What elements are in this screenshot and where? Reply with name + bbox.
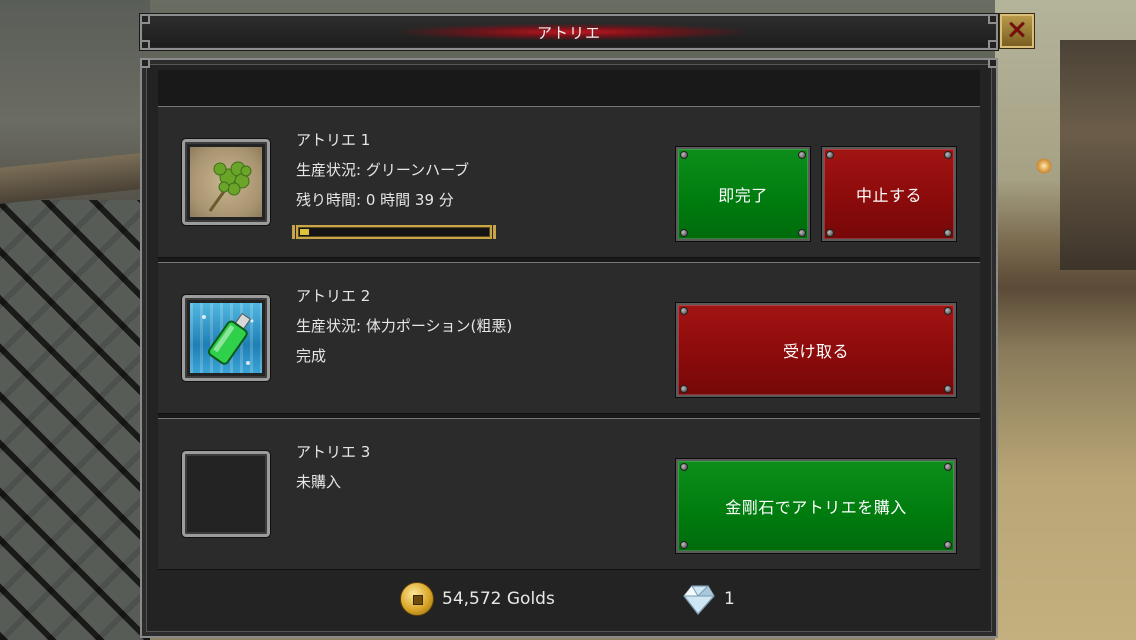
gold-coin-icon (400, 582, 434, 616)
production-state: 完成 (296, 347, 327, 365)
item-slot-3-empty[interactable] (182, 451, 270, 537)
close-button[interactable]: ✕ (1000, 14, 1034, 48)
buy-atelier-label: 金剛石でアトリエを購入 (725, 498, 907, 517)
panel-corner-ornament (140, 58, 150, 68)
background-house (1060, 40, 1136, 270)
cancel-production-label: 中止する (855, 186, 922, 205)
dialog-title: アトリエ (536, 24, 601, 42)
atelier-panel: アトリエ 1 生産状況: グリーンハーブ 残り時間: 0 時間 39 分 即完了… (140, 58, 998, 638)
dialog-title-bar: アトリエ (140, 14, 998, 50)
production-status: 生産状況: 体力ポーション(粗悪) (296, 317, 513, 335)
progress-cap (292, 225, 295, 239)
purchase-state: 未購入 (296, 473, 342, 491)
remaining-time: 残り時間: 0 時間 39 分 (296, 191, 454, 209)
background-lantern (1036, 158, 1052, 174)
instant-complete-label: 即完了 (718, 186, 768, 205)
production-status: 生産状況: グリーンハーブ (296, 161, 470, 179)
title-corner-ornament (988, 14, 998, 24)
progress-cap (493, 225, 496, 239)
panel-corner-ornament (988, 58, 998, 68)
gold-amount: 54,572 Golds (442, 589, 555, 609)
diamond-icon (678, 582, 718, 616)
buy-atelier-with-diamond-button[interactable]: 金剛石でアトリエを購入 (676, 459, 956, 553)
green-herb-icon (190, 147, 262, 217)
workshop-row-2: アトリエ 2 生産状況: 体力ポーション(粗悪) 完成 受け取る (158, 262, 980, 414)
receive-label: 受け取る (782, 342, 849, 361)
item-slot-1[interactable] (182, 139, 270, 225)
production-progress-bar (292, 225, 496, 239)
progress-fill (300, 229, 309, 235)
currency-footer: 54,572 Golds 1 (140, 574, 998, 620)
diamond-amount: 1 (724, 589, 735, 609)
workshop-1-info: アトリエ 1 生産状況: グリーンハーブ 残り時間: 0 時間 39 分 (296, 125, 469, 215)
workshop-row-1: アトリエ 1 生産状況: グリーンハーブ 残り時間: 0 時間 39 分 即完了… (158, 106, 980, 258)
workshop-row-3: アトリエ 3 未購入 金剛石でアトリエを購入 (158, 418, 980, 570)
receive-button[interactable]: 受け取る (676, 303, 956, 397)
potion-icon (190, 303, 262, 373)
title-corner-ornament (988, 40, 998, 50)
workshop-3-info: アトリエ 3 未購入 (296, 437, 370, 497)
title-corner-ornament (140, 40, 150, 50)
cancel-production-button[interactable]: 中止する (822, 147, 956, 241)
workshop-name: アトリエ 1 (296, 131, 371, 149)
workshop-2-info: アトリエ 2 生産状況: 体力ポーション(粗悪) 完成 (296, 281, 512, 371)
workshop-name: アトリエ 3 (296, 443, 371, 461)
close-icon: ✕ (1006, 16, 1028, 46)
title-corner-ornament (140, 14, 150, 24)
item-slot-2[interactable] (182, 295, 270, 381)
instant-complete-button[interactable]: 即完了 (676, 147, 810, 241)
workshop-name: アトリエ 2 (296, 287, 371, 305)
